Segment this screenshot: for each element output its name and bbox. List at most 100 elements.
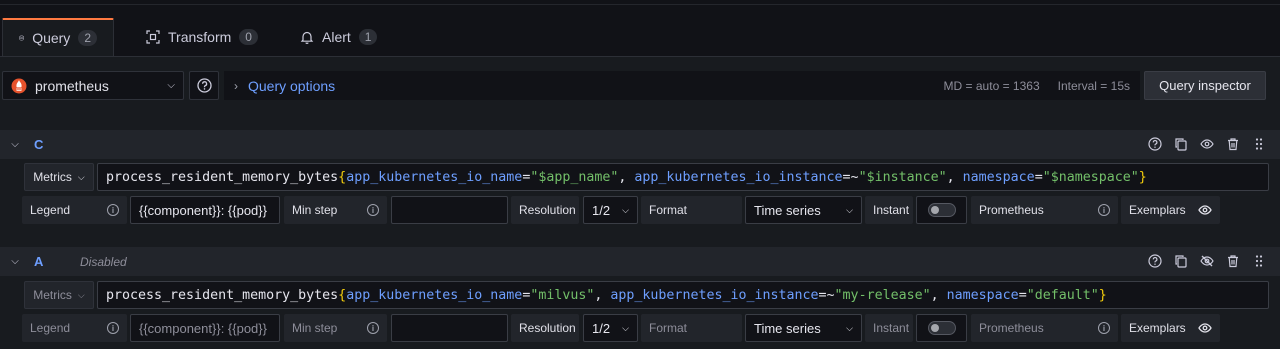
datasource-name: prometheus: [35, 77, 109, 94]
info-icon[interactable]: i: [367, 204, 379, 216]
expr-value: "$namespace": [1042, 169, 1139, 185]
tab-query-count: 2: [78, 30, 97, 46]
chevron-down-icon: ⌵: [77, 289, 85, 300]
exemplars-toggle[interactable]: Exemplars: [1121, 314, 1220, 342]
promql-expression-input[interactable]: process_resident_memory_bytes{app_kubern…: [97, 281, 1269, 309]
info-icon[interactable]: i: [107, 322, 119, 334]
help-circle-icon: [196, 78, 212, 93]
min-step-input[interactable]: [391, 314, 508, 342]
tab-query[interactable]: Query 2: [2, 18, 114, 57]
tab-transform-count: 0: [239, 29, 258, 45]
info-icon[interactable]: i: [1098, 204, 1110, 216]
tab-alert-label: Alert: [322, 29, 351, 45]
expr-operator: =: [1018, 287, 1027, 303]
trash-icon[interactable]: [1226, 254, 1240, 268]
info-icon[interactable]: i: [107, 204, 119, 216]
resolution-select[interactable]: 1/2 ⌵: [583, 196, 638, 224]
eye-off-icon[interactable]: [1200, 254, 1214, 268]
expr-brace-close: }: [1138, 169, 1147, 185]
collapse-chevron-icon[interactable]: ⌵: [0, 256, 30, 267]
format-value: Time series: [754, 202, 821, 218]
metrics-browser-button[interactable]: Metrics ⌵: [24, 281, 94, 309]
min-step-input[interactable]: [391, 196, 508, 224]
tab-alert-count: 1: [358, 29, 378, 45]
query-options-bar[interactable]: › Query options MD = auto = 1363 Interva…: [224, 71, 1140, 100]
chevron-down-icon: ⌵: [622, 322, 629, 333]
chevron-down-icon: ⌵: [846, 204, 853, 215]
instant-label: Instant: [865, 314, 913, 342]
help-icon[interactable]: [1148, 254, 1162, 268]
prometheus-logo-icon: [11, 78, 27, 93]
query-actions: [1148, 137, 1266, 151]
expr-metric: process_resident_memory_bytes: [106, 169, 339, 185]
exemplars-label-text: Exemplars: [1129, 321, 1186, 335]
format-select[interactable]: Time series ⌵: [745, 196, 862, 224]
expr-separator: ,: [930, 287, 947, 303]
expr-operator: =~: [818, 287, 835, 303]
prometheus-type-label: Prometheus i: [971, 314, 1118, 342]
legend-label: Legend i: [22, 314, 127, 342]
expr-separator: ,: [618, 169, 635, 185]
copy-icon[interactable]: [1174, 137, 1188, 151]
legend-format-input[interactable]: {{component}}: {{pod}}: [130, 196, 280, 224]
collapse-chevron-icon[interactable]: ⌵: [0, 139, 30, 150]
expr-separator: ,: [946, 169, 963, 185]
expr-label: app_kubernetes_io_instance: [634, 169, 843, 185]
trash-icon[interactable]: [1226, 137, 1240, 151]
eye-icon: [1198, 323, 1212, 333]
tab-transform[interactable]: Transform 0: [130, 18, 274, 56]
info-icon[interactable]: i: [1098, 322, 1110, 334]
instant-toggle-wrap: [916, 196, 967, 224]
resolution-select[interactable]: 1/2 ⌵: [583, 314, 638, 342]
legend-label-text: Legend: [30, 321, 71, 335]
resolution-value: 1/2: [592, 202, 611, 218]
instant-toggle-wrap: [916, 314, 967, 342]
query-row-header[interactable]: ⌵ C: [0, 130, 1280, 159]
instant-toggle[interactable]: [927, 203, 956, 217]
chevron-down-icon: ⌵: [167, 80, 175, 91]
query-refid[interactable]: C: [34, 137, 68, 152]
max-data-points-info: MD = auto = 1363: [943, 78, 1040, 93]
format-select[interactable]: Time series ⌵: [745, 314, 862, 342]
expr-value: "default": [1026, 287, 1099, 303]
datasource-picker[interactable]: prometheus ⌵: [2, 71, 184, 100]
chevron-right-icon: ›: [234, 78, 238, 93]
resolution-label: Resolution: [511, 314, 579, 342]
drag-handle-icon[interactable]: [1252, 254, 1266, 268]
prometheus-label-text: Prometheus: [979, 203, 1044, 217]
bell-icon: [300, 31, 314, 44]
min-step-label: Min step i: [284, 196, 387, 224]
expr-brace-open: {: [338, 169, 347, 185]
help-icon[interactable]: [1148, 137, 1162, 151]
tab-alert[interactable]: Alert 1: [284, 18, 393, 56]
query-disabled-label: Disabled: [80, 254, 127, 269]
info-icon[interactable]: i: [367, 322, 379, 334]
datasource-help-button[interactable]: [189, 71, 219, 100]
tab-query-label: Query: [32, 30, 71, 46]
min-step-label: Min step i: [284, 314, 387, 342]
exemplars-toggle[interactable]: Exemplars: [1121, 196, 1220, 224]
format-label: Format: [641, 196, 742, 224]
query-row-header[interactable]: ⌵ A Disabled: [0, 247, 1280, 276]
tab-transform-label: Transform: [168, 29, 232, 45]
instant-toggle[interactable]: [927, 321, 956, 335]
drag-handle-icon[interactable]: [1252, 137, 1266, 151]
query-inspector-button[interactable]: Query inspector: [1144, 71, 1266, 100]
query-actions: [1148, 254, 1266, 268]
expr-operator: =: [1034, 169, 1043, 185]
legend-label-text: Legend: [30, 203, 71, 217]
expr-value: "$instance": [858, 169, 947, 185]
metrics-browser-button[interactable]: Metrics ⌵: [24, 163, 94, 191]
min-step-label-text: Min step: [292, 321, 338, 335]
chevron-down-icon: ⌵: [846, 322, 853, 333]
eye-icon: [1198, 205, 1212, 215]
promql-expression-input[interactable]: process_resident_memory_bytes{app_kubern…: [97, 163, 1269, 191]
exemplars-label-text: Exemplars: [1129, 203, 1186, 217]
expr-label: app_kubernetes_io_name: [346, 169, 523, 185]
expr-metric: process_resident_memory_bytes: [106, 287, 339, 303]
legend-format-input[interactable]: {{component}}: {{pod}}: [130, 314, 280, 342]
copy-icon[interactable]: [1174, 254, 1188, 268]
query-refid[interactable]: A: [34, 254, 68, 269]
expr-operator: =~: [842, 169, 859, 185]
eye-icon[interactable]: [1200, 137, 1214, 151]
